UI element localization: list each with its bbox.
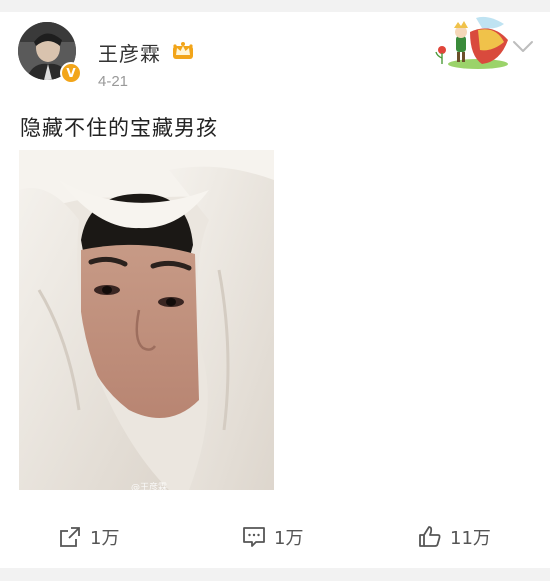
repost-icon bbox=[60, 527, 80, 547]
repost-button[interactable]: 1万 bbox=[58, 520, 119, 554]
repost-count: 1万 bbox=[90, 528, 120, 549]
photo-watermark: @王彦霖 bbox=[131, 483, 168, 490]
like-count: 11万 bbox=[450, 528, 491, 549]
comment-icon bbox=[243, 527, 265, 547]
comment-button[interactable]: 1万 bbox=[242, 520, 303, 554]
little-prince-decoration-icon bbox=[435, 16, 508, 69]
post-text: 隐藏不住的宝藏男孩 bbox=[20, 116, 218, 140]
comment-count: 1万 bbox=[274, 528, 304, 549]
bottom-separator bbox=[0, 568, 550, 581]
author-name[interactable]: 王彦霖 bbox=[98, 38, 161, 67]
post-photo[interactable]: @王彦霖 bbox=[19, 150, 274, 490]
chevron-down-icon[interactable] bbox=[512, 40, 534, 54]
post-timestamp: 4-21 bbox=[98, 73, 129, 90]
verified-badge: V bbox=[60, 62, 82, 84]
author-avatar[interactable]: V bbox=[18, 22, 82, 84]
like-button[interactable]: 11万 bbox=[418, 520, 491, 554]
thumbs-up-icon bbox=[419, 526, 441, 547]
top-separator bbox=[0, 0, 550, 12]
crown-icon[interactable] bbox=[172, 40, 194, 60]
post-actions-bar: 1万 1万 11万 bbox=[0, 520, 550, 554]
